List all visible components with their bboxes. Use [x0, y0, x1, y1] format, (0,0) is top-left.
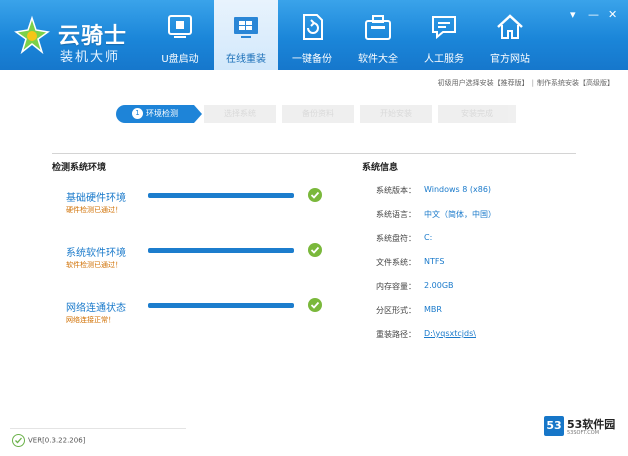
nav-label: U盘启动 — [161, 54, 199, 65]
step-install: 开始安装 — [360, 105, 432, 123]
link-separator: | — [531, 79, 534, 87]
software-icon — [365, 15, 391, 40]
app-subtitle: 装机大师 — [60, 50, 121, 65]
check-status: 硬件检测已通过！ — [66, 206, 122, 214]
windows-icon — [234, 17, 258, 38]
nav-label: 人工服务 — [424, 54, 464, 65]
step-progress: 1 环境检测 选择系统 备份资料 开始安装 安装完成 — [116, 105, 516, 123]
progress-bar — [148, 193, 294, 198]
step-backup: 备份资料 — [282, 105, 354, 123]
watermark-url: 53SOFT.COM — [567, 430, 600, 436]
version-check-icon — [12, 434, 25, 447]
install-path-link[interactable]: D:\yqsxtcjds\ — [424, 329, 476, 338]
nav-label: 软件大全 — [358, 54, 398, 65]
main-nav: U盘启动 在线重装 一键备份 软件大全 人工服务 官方网站 — [148, 0, 544, 70]
check-title: 网络连通状态 — [66, 303, 126, 314]
menu-dropdown-icon[interactable]: ▾ — [570, 8, 576, 21]
info-label: 系统语言： — [376, 210, 416, 219]
step-arrow-icon — [194, 105, 202, 123]
step-complete: 安装完成 — [438, 105, 516, 123]
info-value: Windows 8 (x86) — [424, 185, 492, 194]
top-divider — [52, 153, 576, 154]
check-network: 网络连通状态 网络连接正常！ — [66, 298, 326, 339]
nav-usb-boot[interactable]: U盘启动 — [148, 0, 212, 70]
logo-icon — [14, 15, 50, 55]
backup-icon — [303, 14, 323, 40]
progress-bar — [148, 248, 294, 253]
watermark-logo-icon: 53 — [544, 416, 564, 436]
check-ok-icon — [308, 243, 322, 257]
step-label: 备份资料 — [302, 109, 334, 118]
info-value: MBR — [424, 305, 442, 314]
step-env-check: 1 环境检测 — [116, 105, 194, 123]
nav-backup[interactable]: 一键备份 — [280, 0, 344, 70]
link-basic-mode[interactable]: 初级用户选择安装【推荐版】 — [438, 79, 529, 87]
footer-divider — [10, 428, 186, 429]
nav-label: 一键备份 — [292, 54, 332, 65]
info-value: NTFS — [424, 257, 445, 266]
nav-website[interactable]: 官方网站 — [478, 0, 542, 70]
home-icon — [497, 14, 523, 39]
info-value: 中文（简体，中国） — [424, 210, 496, 219]
step-select-system: 选择系统 — [204, 105, 276, 123]
sysinfo-section-title: 系统信息 — [362, 163, 399, 173]
progress-fill — [148, 303, 294, 308]
watermark: 53 53软件园 53SOFT.COM — [544, 414, 618, 440]
info-label: 分区形式： — [376, 306, 416, 315]
check-ok-icon — [308, 188, 322, 202]
step-label: 开始安装 — [380, 109, 412, 118]
info-label: 文件系统： — [376, 258, 416, 267]
link-advanced-mode[interactable]: 制作系统安装【高级版】 — [537, 79, 614, 87]
info-label: 系统版本： — [376, 186, 416, 195]
top-bar: 云骑士 装机大师 U盘启动 在线重装 一键备份 软件大全 人工服务 官方网站 ▾… — [0, 0, 628, 70]
check-software: 系统软件环境 软件检测已通过！ — [66, 243, 326, 284]
info-label: 内存容量： — [376, 282, 416, 291]
info-label: 系统盘符： — [376, 234, 416, 243]
info-value: 2.00GB — [424, 281, 454, 290]
nav-label: 在线重装 — [226, 54, 266, 65]
check-status: 网络连接正常！ — [66, 316, 115, 324]
version-info: VER[0.3.22.206] — [12, 434, 85, 447]
chat-icon — [432, 16, 456, 40]
minimize-button[interactable]: — — [588, 8, 599, 21]
env-section-title: 检测系统环境 — [52, 163, 107, 173]
nav-software[interactable]: 软件大全 — [346, 0, 410, 70]
step-number-icon: 1 — [132, 108, 143, 119]
info-value: C: — [424, 233, 433, 242]
usb-boot-icon — [168, 15, 192, 38]
nav-support[interactable]: 人工服务 — [412, 0, 476, 70]
check-ok-icon — [308, 298, 322, 312]
step-label: 安装完成 — [461, 109, 493, 118]
progress-fill — [148, 193, 294, 198]
check-title: 系统软件环境 — [66, 248, 126, 259]
close-button[interactable]: ✕ — [608, 8, 617, 21]
mode-links: 初级用户选择安装【推荐版】 | 制作系统安装【高级版】 — [438, 78, 614, 88]
check-hardware: 基础硬件环境 硬件检测已通过！ — [66, 188, 326, 229]
step-label: 环境检测 — [146, 109, 178, 118]
progress-bar — [148, 303, 294, 308]
nav-label: 官方网站 — [490, 54, 530, 65]
check-title: 基础硬件环境 — [66, 193, 126, 204]
app-logo: 云骑士 装机大师 — [10, 8, 160, 65]
version-text: VER[0.3.22.206] — [28, 436, 86, 445]
nav-online-reinstall[interactable]: 在线重装 — [214, 0, 278, 70]
check-status: 软件检测已通过！ — [66, 261, 122, 269]
info-label: 重装路径： — [376, 330, 416, 339]
step-label: 选择系统 — [224, 109, 256, 118]
progress-fill — [148, 248, 294, 253]
